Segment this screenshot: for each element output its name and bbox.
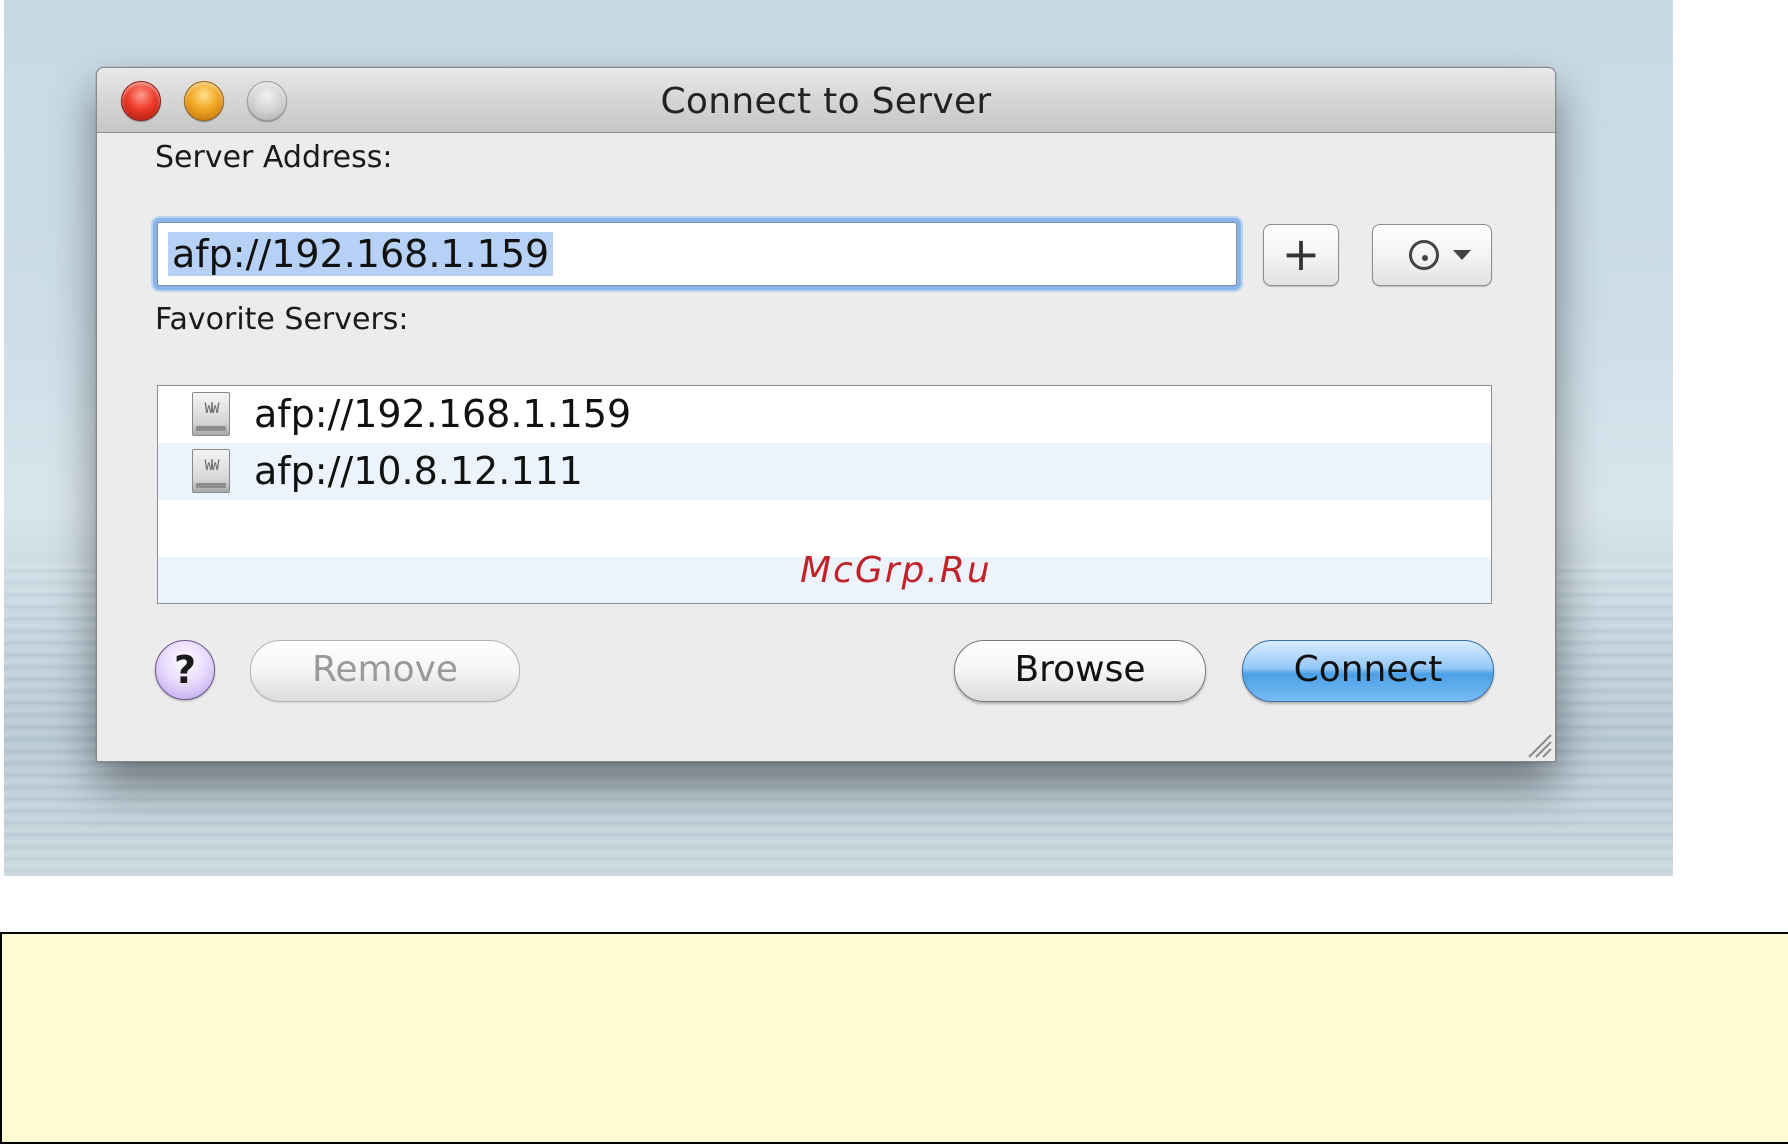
server-icon — [192, 449, 230, 493]
resize-grip-icon[interactable] — [1523, 729, 1553, 759]
desktop-background: Connect to Server Server Address: afp://… — [4, 0, 1673, 876]
list-item[interactable]: afp://10.8.12.111 — [158, 443, 1491, 500]
title-bar[interactable]: Connect to Server — [97, 68, 1555, 133]
server-address-label: Server Address: — [155, 140, 393, 175]
chevron-down-icon — [1453, 250, 1471, 260]
server-address-value[interactable]: afp://192.168.1.159 — [168, 232, 554, 276]
add-favorite-button[interactable]: + — [1263, 224, 1339, 286]
empty-list-row — [158, 500, 1491, 557]
connect-to-server-window: Connect to Server Server Address: afp://… — [96, 67, 1556, 762]
watermark-text: McGrp.Ru — [800, 550, 992, 591]
server-address-input[interactable]: afp://192.168.1.159 — [157, 222, 1237, 286]
favorite-servers-label: Favorite Servers: — [155, 302, 409, 337]
favorite-address: afp://10.8.12.111 — [254, 449, 583, 493]
connect-button[interactable]: Connect — [1242, 640, 1494, 702]
recent-servers-button[interactable] — [1372, 224, 1492, 286]
window-title: Connect to Server — [660, 81, 992, 122]
help-button[interactable]: ? — [155, 640, 215, 700]
browse-button[interactable]: Browse — [954, 640, 1206, 702]
list-item[interactable]: afp://192.168.1.159 — [158, 386, 1491, 443]
note-box — [0, 932, 1788, 1144]
plus-icon: + — [1281, 227, 1321, 281]
server-icon — [192, 392, 230, 436]
clock-icon — [1409, 240, 1439, 270]
favorite-address: afp://192.168.1.159 — [254, 392, 632, 436]
remove-button[interactable]: Remove — [250, 640, 520, 702]
